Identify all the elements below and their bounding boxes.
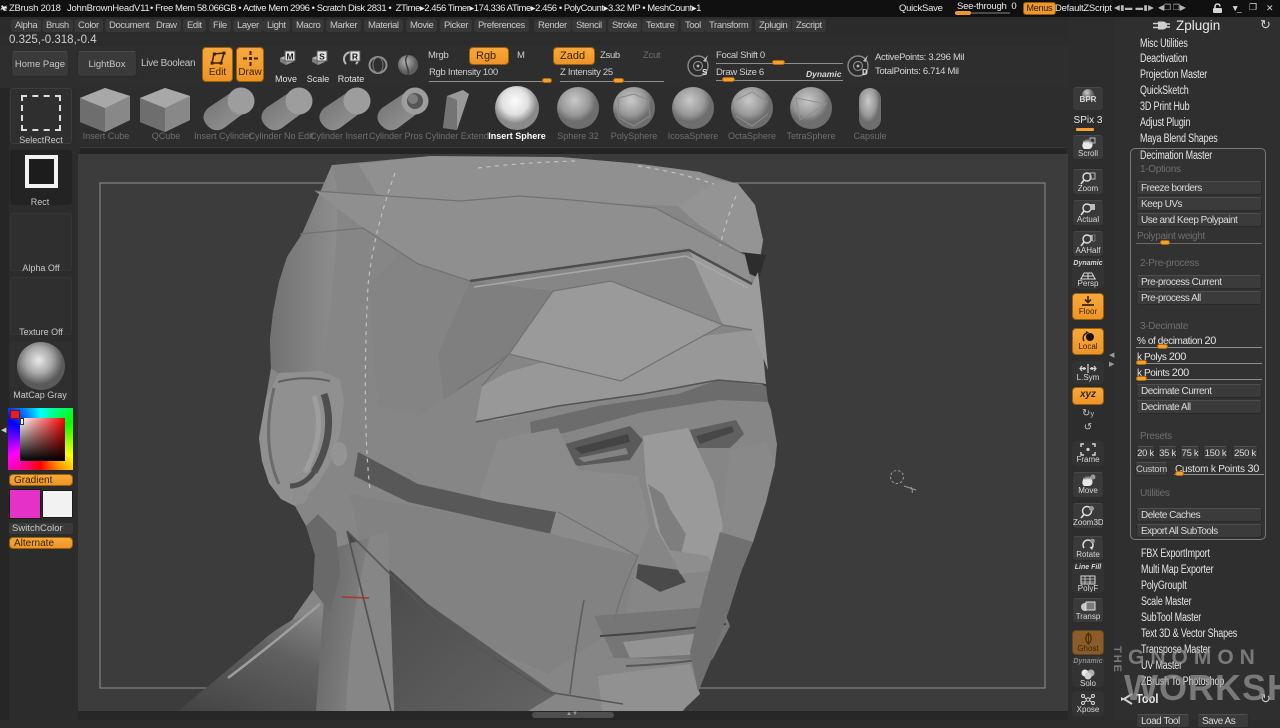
svg-text:S: S bbox=[319, 52, 325, 62]
svg-text:S: S bbox=[702, 68, 708, 77]
svg-text:M: M bbox=[286, 52, 293, 62]
svg-text:R: R bbox=[351, 52, 357, 62]
svg-text:D: D bbox=[862, 68, 868, 77]
